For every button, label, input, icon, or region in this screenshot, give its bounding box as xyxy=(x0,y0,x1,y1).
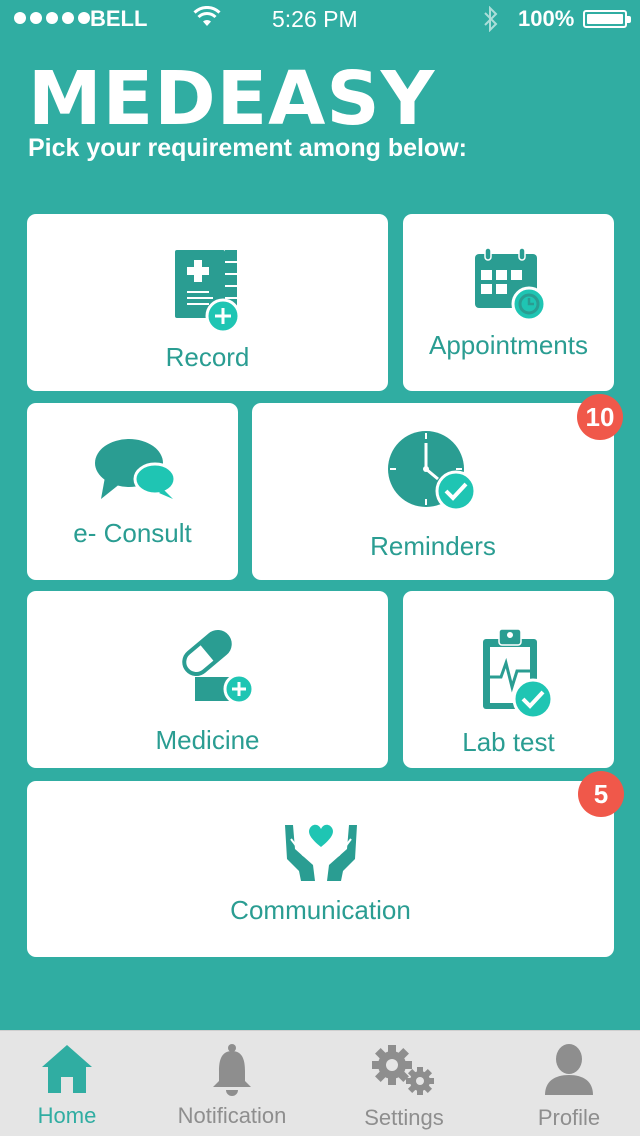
hands-heart-icon xyxy=(283,819,359,888)
communication-card[interactable]: Communication xyxy=(27,781,614,957)
appointments-label: Appointments xyxy=(429,330,588,360)
tab-home[interactable]: Home xyxy=(0,1031,147,1136)
medicine-label: Medicine xyxy=(155,725,260,755)
battery-icon xyxy=(583,10,631,28)
medical-record-icon xyxy=(175,250,241,337)
tab-home-label: Home xyxy=(37,1103,97,1128)
tab-settings-label: Settings xyxy=(364,1105,444,1130)
page-subtitle: Pick your requirement among below: xyxy=(28,134,467,162)
chat-bubbles-icon xyxy=(93,437,179,508)
reminders-label: Reminders xyxy=(370,531,496,561)
signal-strength-icon xyxy=(14,12,90,24)
tab-notification[interactable]: Notification xyxy=(152,1031,312,1136)
reminders-badge: 10 xyxy=(577,394,623,440)
clock-time: 5:26 PM xyxy=(272,6,358,32)
pill-icon xyxy=(179,625,259,710)
appointments-card[interactable]: Appointments xyxy=(403,214,614,391)
home-icon xyxy=(40,1043,94,1100)
user-icon xyxy=(543,1043,595,1102)
tab-profile[interactable]: Profile xyxy=(489,1031,640,1136)
lab-test-card[interactable]: Lab test xyxy=(403,591,614,768)
communication-badge: 5 xyxy=(578,771,624,817)
tab-notification-label: Notification xyxy=(177,1103,287,1128)
bluetooth-icon xyxy=(483,5,499,38)
gears-icon xyxy=(368,1043,440,1104)
bell-icon xyxy=(209,1043,255,1102)
e-consult-label: e- Consult xyxy=(73,518,192,548)
communication-label: Communication xyxy=(230,895,411,925)
reminders-card[interactable]: Reminders xyxy=(252,403,614,580)
wifi-icon xyxy=(193,5,221,34)
tab-bar: Home Notification Settings Profile xyxy=(0,1030,640,1136)
lab-test-label: Lab test xyxy=(462,727,555,757)
record-label: Record xyxy=(165,342,250,372)
battery-percentage: 100% xyxy=(518,6,575,31)
app-title: MEDEASY xyxy=(28,56,436,142)
e-consult-card[interactable]: e- Consult xyxy=(27,403,238,580)
tab-profile-label: Profile xyxy=(537,1105,601,1130)
clipboard-check-icon xyxy=(481,627,557,728)
status-bar: BELL 5:26 PM 100% xyxy=(0,0,640,40)
clock-check-icon xyxy=(386,429,482,520)
medicine-card[interactable]: Medicine xyxy=(27,591,388,768)
record-card[interactable]: Record xyxy=(27,214,388,391)
tab-settings[interactable]: Settings xyxy=(324,1031,484,1136)
calendar-clock-icon xyxy=(473,246,549,327)
carrier-name: BELL xyxy=(90,6,148,31)
